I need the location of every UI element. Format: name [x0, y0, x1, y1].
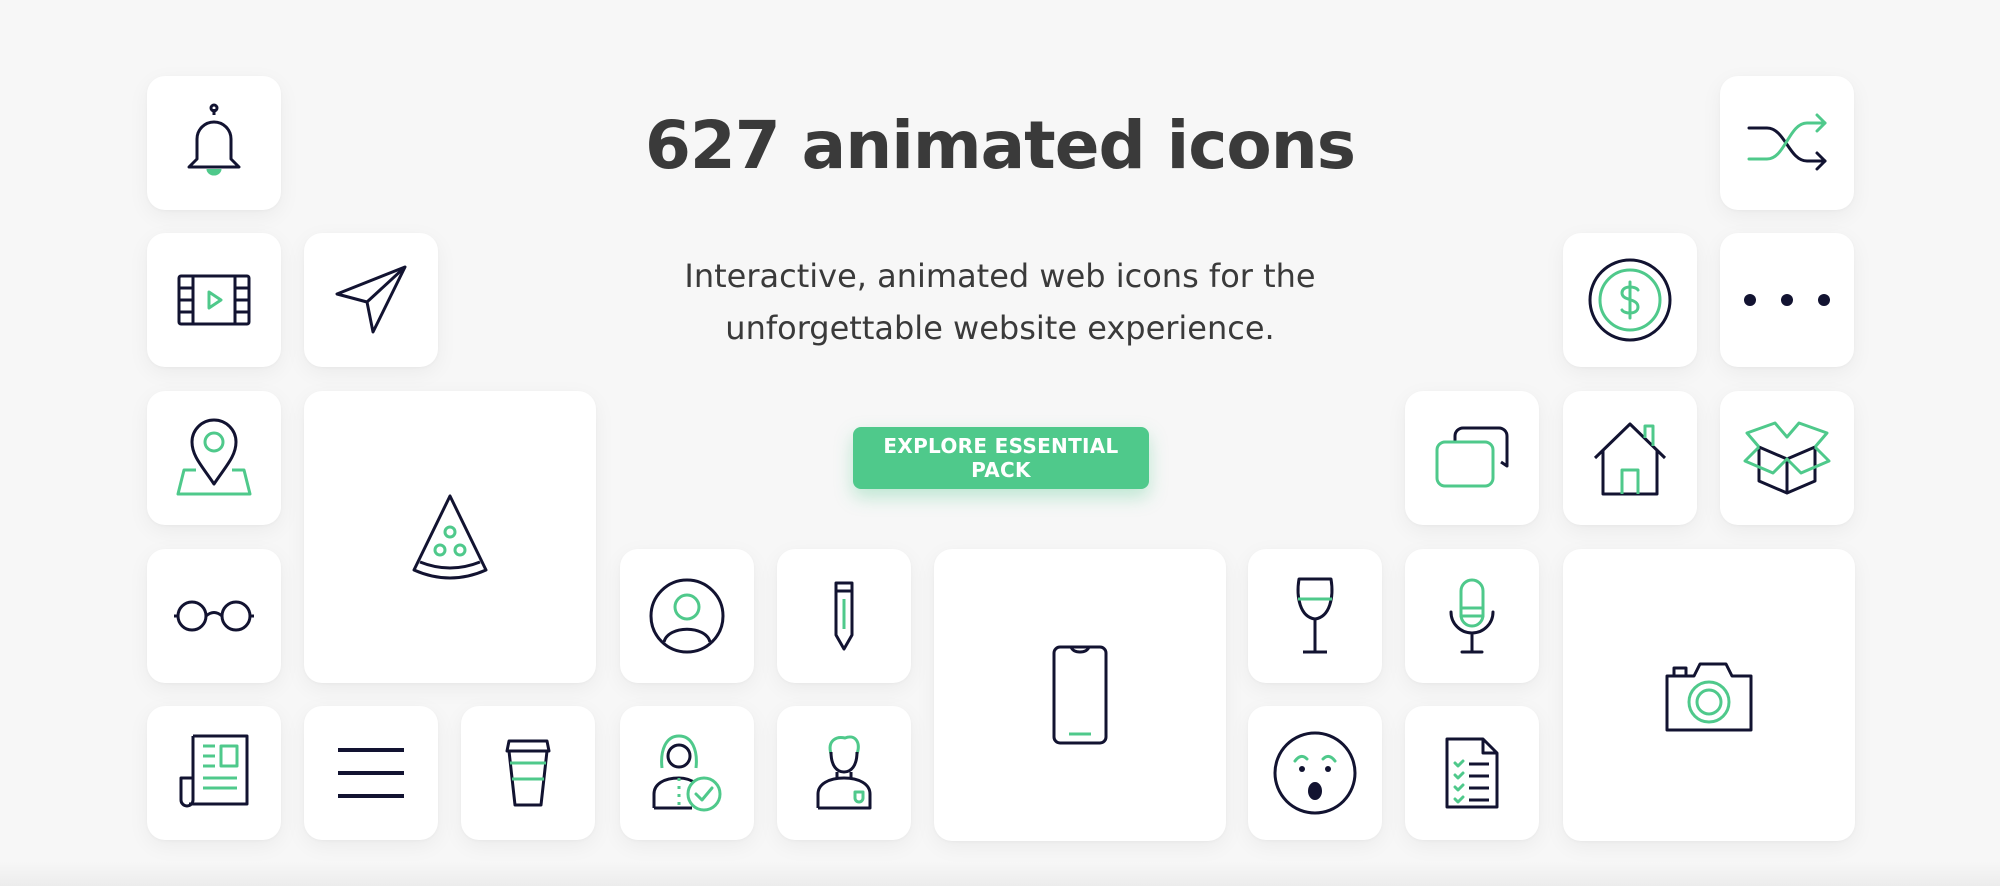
- more-tile[interactable]: [1720, 233, 1854, 367]
- checklist-document-icon: [1445, 737, 1499, 809]
- pizza-slice-icon: [412, 494, 488, 580]
- coffee-tile[interactable]: [461, 706, 595, 840]
- glasses-icon: [174, 600, 254, 632]
- explore-essential-pack-button[interactable]: EXPLORE ESSENTIAL PACK: [853, 427, 1149, 489]
- chat-bubbles-icon: [1435, 426, 1509, 488]
- glasses-tile[interactable]: [147, 549, 281, 683]
- box-icon: [1743, 421, 1831, 495]
- chat-tile[interactable]: [1405, 391, 1539, 525]
- dollar-coin-icon: [1588, 258, 1672, 342]
- send-tile[interactable]: [304, 233, 438, 367]
- pizza-tile[interactable]: [304, 391, 596, 683]
- map-pin-tile[interactable]: [147, 391, 281, 525]
- bell-tile[interactable]: [147, 76, 281, 210]
- menu-tile[interactable]: [304, 706, 438, 840]
- surprised-face-icon: [1273, 731, 1357, 815]
- send-icon: [335, 265, 407, 334]
- more-dots-icon: [1744, 294, 1830, 306]
- menu-icon: [338, 748, 404, 798]
- smartphone-icon: [1052, 645, 1108, 745]
- user-approved-icon: [652, 734, 722, 812]
- newspaper-tile[interactable]: [147, 706, 281, 840]
- microphone-tile[interactable]: [1405, 549, 1539, 683]
- shuffle-icon: [1747, 113, 1827, 171]
- film-tile[interactable]: [147, 233, 281, 367]
- wine-tile[interactable]: [1248, 549, 1382, 683]
- bell-icon: [187, 103, 241, 176]
- film-play-icon: [177, 274, 251, 326]
- man-icon: [816, 735, 872, 810]
- box-tile[interactable]: [1720, 391, 1854, 525]
- checklist-tile[interactable]: [1405, 706, 1539, 840]
- bottom-fade: [0, 862, 2000, 886]
- subtitle-line-1: Interactive, animated web icons for the: [684, 257, 1316, 295]
- user-avatar-tile[interactable]: [620, 549, 754, 683]
- camera-icon: [1665, 662, 1753, 732]
- home-tile[interactable]: [1563, 391, 1697, 525]
- coffee-cup-icon: [505, 739, 551, 807]
- surprised-face-tile[interactable]: [1248, 706, 1382, 840]
- wine-glass-icon: [1296, 577, 1334, 654]
- microphone-icon: [1449, 578, 1495, 654]
- pencil-tile[interactable]: [777, 549, 911, 683]
- newspaper-icon: [179, 734, 249, 808]
- user-avatar-icon: [649, 578, 725, 654]
- smartphone-tile[interactable]: [934, 549, 1226, 841]
- man-tile[interactable]: [777, 706, 911, 840]
- dollar-tile[interactable]: [1563, 233, 1697, 367]
- home-icon: [1593, 422, 1667, 496]
- pencil-icon: [834, 581, 854, 651]
- subtitle-line-2: unforgettable website experience.: [725, 309, 1275, 347]
- map-pin-icon: [176, 418, 252, 496]
- shuffle-tile[interactable]: [1720, 76, 1854, 210]
- user-approved-tile[interactable]: [620, 706, 754, 840]
- camera-tile[interactable]: [1563, 549, 1855, 841]
- page-title: 627 animated icons: [644, 107, 1356, 184]
- page-subtitle: Interactive, animated web icons for the …: [600, 250, 1400, 354]
